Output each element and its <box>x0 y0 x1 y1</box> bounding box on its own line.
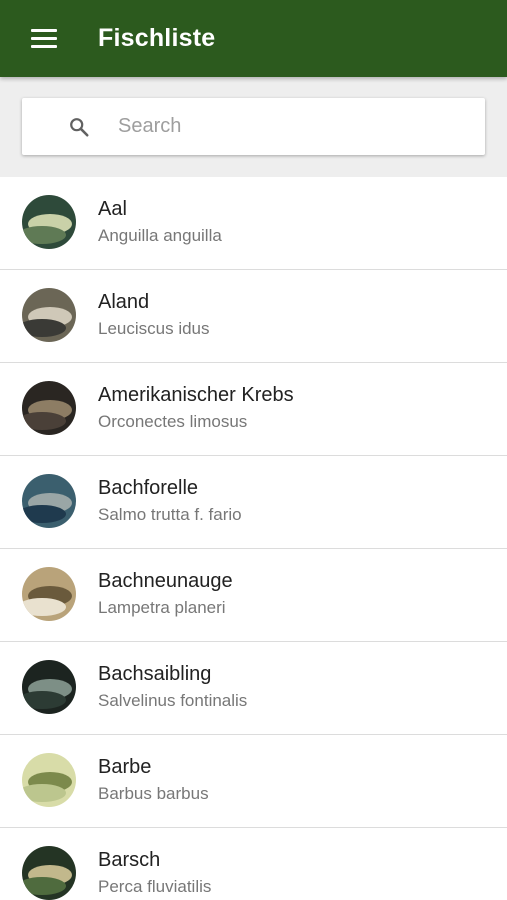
fish-image <box>22 660 76 714</box>
page-title: Fischliste <box>98 24 216 52</box>
fish-thumbnail <box>22 288 76 342</box>
list-item[interactable]: Aal Anguilla anguilla <box>0 177 507 270</box>
menu-icon-line <box>31 29 57 32</box>
menu-icon[interactable] <box>31 29 57 49</box>
fish-image <box>22 288 76 342</box>
app-bar: Fischliste <box>0 0 507 77</box>
fish-thumbnail <box>22 474 76 528</box>
fish-list: Aal Anguilla anguilla Aland Leuciscus id… <box>0 177 507 900</box>
fish-name: Bachforelle <box>98 477 199 499</box>
fish-thumbnail <box>22 660 76 714</box>
search-bar[interactable] <box>22 98 485 155</box>
fish-image <box>22 381 76 435</box>
menu-icon-line <box>31 45 57 48</box>
fish-image <box>22 474 76 528</box>
list-item[interactable]: Aland Leuciscus idus <box>0 270 507 363</box>
fish-thumbnail <box>22 195 76 249</box>
menu-icon-line <box>31 37 57 40</box>
list-item[interactable]: Barbe Barbus barbus <box>0 735 507 828</box>
fish-image <box>22 567 76 621</box>
fish-thumbnail <box>22 381 76 435</box>
list-item[interactable]: Bachneunauge Lampetra planeri <box>0 549 507 642</box>
list-item[interactable]: Bachforelle Salmo trutta f. fario <box>0 456 507 549</box>
fish-name: Bachneunauge <box>98 570 233 592</box>
list-item[interactable]: Amerikanischer Krebs Orconectes limosus <box>0 363 507 456</box>
fish-latin-name: Leuciscus idus <box>98 319 210 338</box>
list-item[interactable]: Bachsaibling Salvelinus fontinalis <box>0 642 507 735</box>
fish-thumbnail <box>22 846 76 900</box>
search-area <box>0 77 507 177</box>
fish-latin-name: Anguilla anguilla <box>98 226 222 245</box>
fish-name: Aland <box>98 291 150 313</box>
fish-image <box>22 753 76 807</box>
fish-latin-name: Salmo trutta f. fario <box>98 505 242 524</box>
fish-name: Barsch <box>98 849 161 871</box>
fish-latin-name: Barbus barbus <box>98 784 209 803</box>
fish-name: Barbe <box>98 756 152 778</box>
search-input[interactable] <box>118 106 468 146</box>
fish-name: Bachsaibling <box>98 663 212 685</box>
fish-latin-name: Lampetra planeri <box>98 598 226 617</box>
fish-latin-name: Orconectes limosus <box>98 412 248 431</box>
fish-latin-name: Salvelinus fontinalis <box>98 691 248 710</box>
list-item[interactable]: Barsch Perca fluviatilis <box>0 828 507 900</box>
fish-name: Amerikanischer Krebs <box>98 384 294 406</box>
search-icon <box>70 118 89 137</box>
fish-thumbnail <box>22 567 76 621</box>
fish-thumbnail <box>22 753 76 807</box>
fish-latin-name: Perca fluviatilis <box>98 877 212 896</box>
fish-name: Aal <box>98 198 127 220</box>
fish-image <box>22 195 76 249</box>
fish-image <box>22 846 76 900</box>
app-root: Fischliste Aal Anguilla anguilla <box>0 0 507 900</box>
